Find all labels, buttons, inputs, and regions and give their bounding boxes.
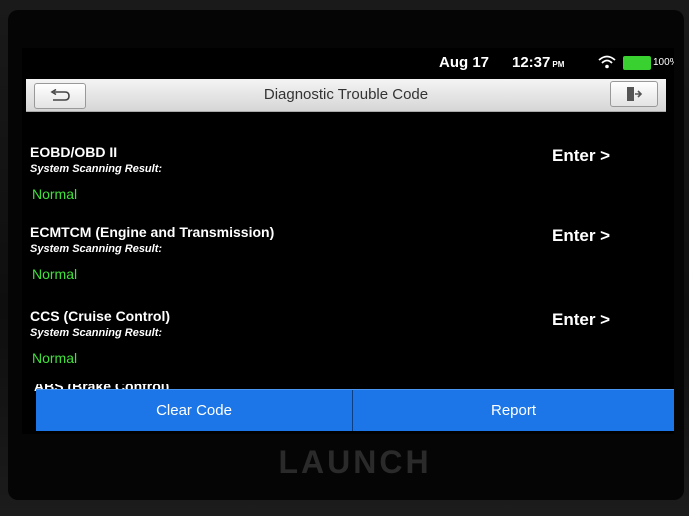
status-time: 12:37 PM xyxy=(512,54,564,71)
scan-result-label: System Scanning Result: xyxy=(30,327,163,339)
device-frame: Aug 17 12:37PM 100% Diagnostic Trouble C… xyxy=(0,0,689,516)
status-ampm: PM xyxy=(552,60,565,69)
enter-button-eobd[interactable]: Enter > xyxy=(552,146,610,166)
wifi-icon xyxy=(598,55,616,69)
screen: Aug 17 12:37PM 100% Diagnostic Trouble C… xyxy=(22,48,674,434)
bottom-action-bar: Clear Code Report xyxy=(36,389,674,431)
list-item-ccs: CCS (Cruise Control) System Scanning Res… xyxy=(30,308,660,388)
system-name: ECMTCM (Engine and Transmission) xyxy=(30,224,275,240)
clear-code-button[interactable]: Clear Code xyxy=(36,390,352,431)
battery-percent: 100% xyxy=(653,57,674,68)
scan-result-label: System Scanning Result: xyxy=(30,163,163,175)
exit-button[interactable] xyxy=(610,81,658,107)
scan-result-value: Normal xyxy=(32,266,78,282)
report-button[interactable]: Report xyxy=(353,390,674,431)
title-bar: Diagnostic Trouble Code xyxy=(26,79,666,112)
page-title: Diagnostic Trouble Code xyxy=(263,86,429,103)
exit-icon xyxy=(627,87,643,101)
list-item-eobd: EOBD/OBD II System Scanning Result: Norm… xyxy=(30,144,660,224)
status-date: Aug 17 xyxy=(439,54,490,71)
scan-result-value: Normal xyxy=(32,186,78,202)
list-item-ecmtcm: ECMTCM (Engine and Transmission) System … xyxy=(30,224,660,304)
brand-logo: LAUNCH xyxy=(278,444,432,480)
status-bar: Aug 17 12:37PM 100% xyxy=(22,48,674,78)
system-name: CCS (Cruise Control) xyxy=(30,308,170,324)
status-clock: 12:37 xyxy=(512,54,551,71)
system-name: EOBD/OBD II xyxy=(30,144,118,160)
scan-result-label: System Scanning Result: xyxy=(30,243,163,255)
scan-result-value: Normal xyxy=(32,350,78,366)
enter-button-ccs[interactable]: Enter > xyxy=(552,310,610,330)
enter-button-ecmtcm[interactable]: Enter > xyxy=(552,226,610,246)
battery-icon xyxy=(623,56,651,70)
